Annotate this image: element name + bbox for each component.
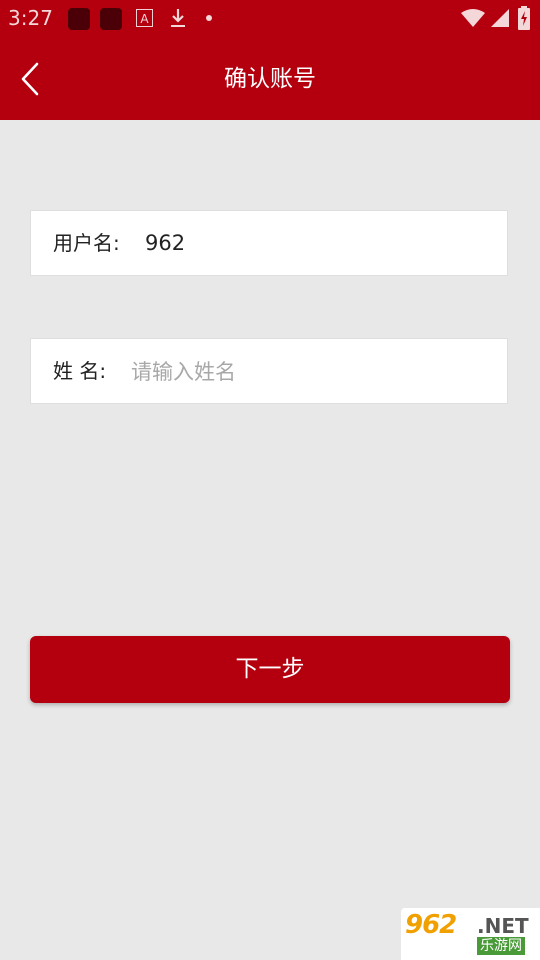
wifi-icon [461, 9, 485, 27]
battery-icon [518, 6, 530, 30]
username-value: 962 [145, 231, 186, 255]
chevron-left-icon [21, 62, 39, 96]
back-button[interactable] [10, 56, 54, 100]
next-button[interactable]: 下一步 [30, 636, 510, 703]
watermark-logo: 962 .NET 乐游网 [401, 908, 540, 960]
name-input[interactable] [129, 349, 493, 395]
download-icon [171, 9, 185, 27]
app-bar: 确认账号 [0, 38, 540, 120]
username-label: 用户名: [53, 231, 120, 255]
letter-a-icon: A [136, 9, 153, 27]
status-time: 3:27 [8, 6, 53, 30]
watermark-brand: 962 [405, 910, 457, 940]
name-label: 姓 名: [53, 359, 107, 383]
more-notifications-dot-icon [206, 15, 212, 21]
signal-icon [491, 9, 509, 27]
watermark-tagline: 乐游网 [477, 937, 525, 955]
app-notification-icon [100, 8, 122, 30]
status-bar: 3:27 A [0, 0, 540, 38]
watermark-domain: .NET [477, 914, 529, 938]
page-title: 确认账号 [224, 66, 316, 92]
username-row: 用户名: 962 [30, 210, 508, 276]
app-notification-icon [68, 8, 90, 30]
name-row: 姓 名: [30, 338, 508, 404]
